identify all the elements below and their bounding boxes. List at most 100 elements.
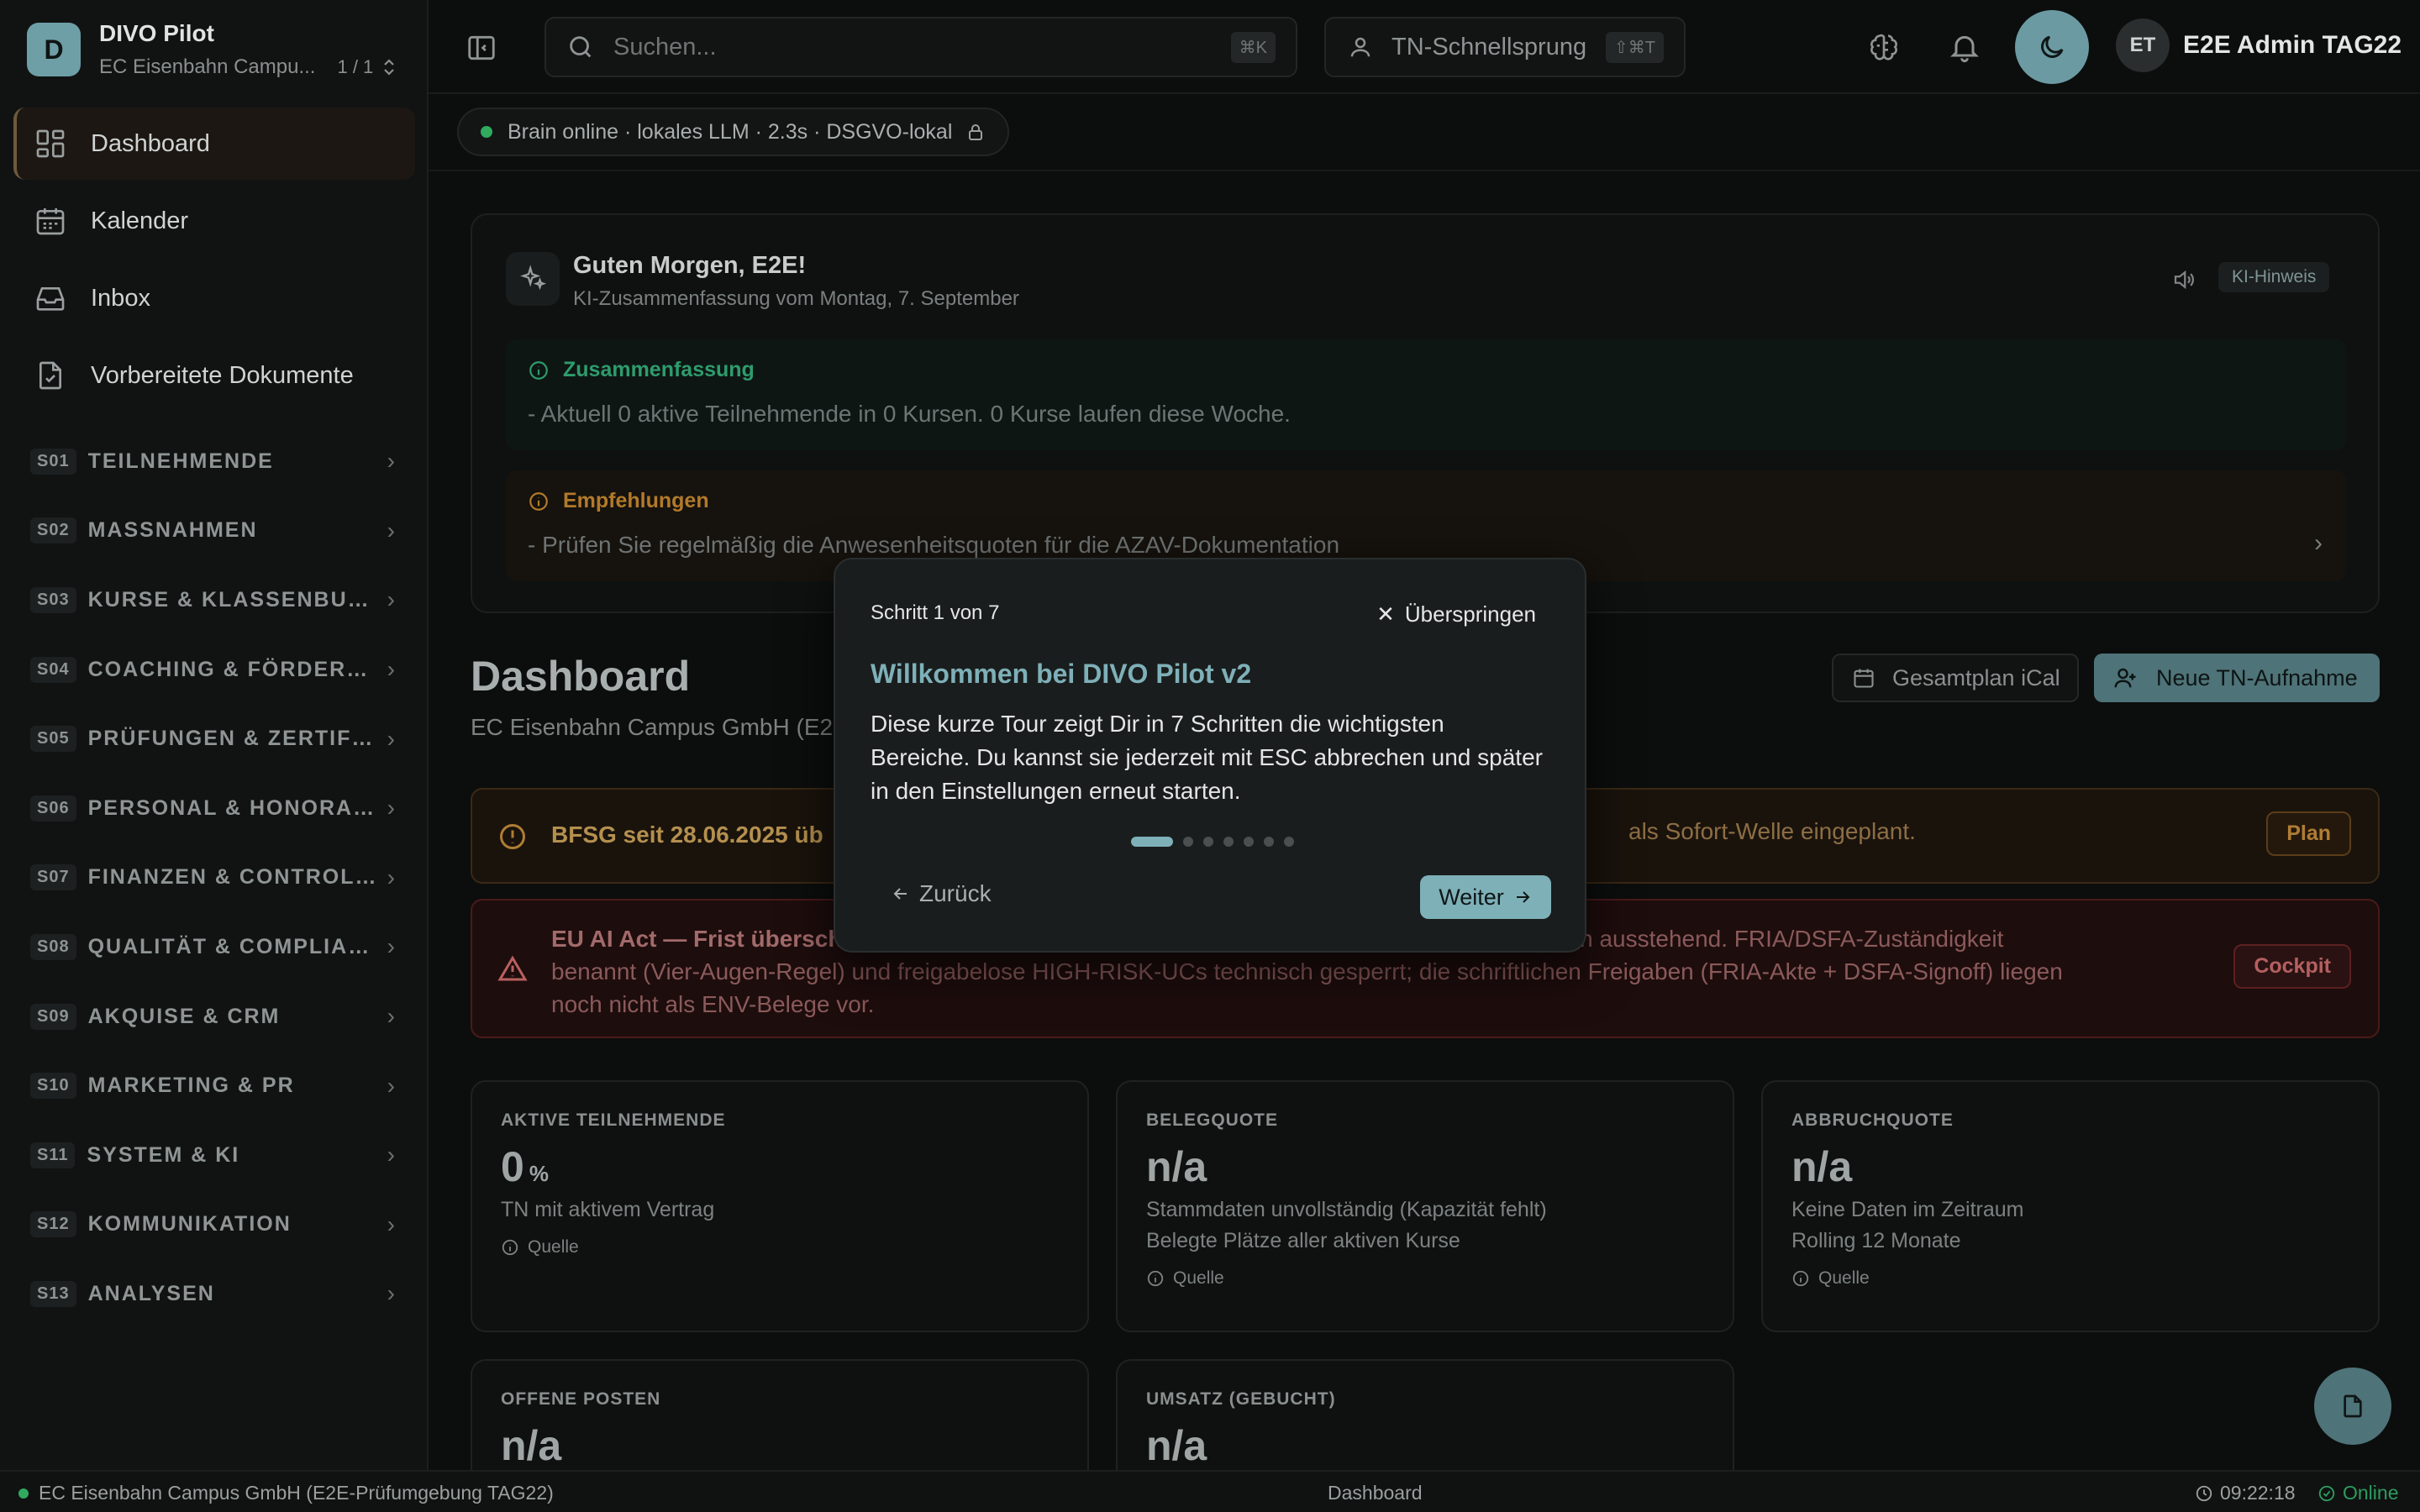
- new-tn-intake-button[interactable]: Neue TN-Aufnahme: [2094, 654, 2380, 702]
- theme-toggle-button[interactable]: [2015, 10, 2089, 84]
- tour-back-button[interactable]: Zurück: [891, 880, 992, 907]
- section-item-s01[interactable]: S01 TEILNEHMENDE ›: [13, 427, 415, 496]
- search-input[interactable]: Suchen... ⌘K: [544, 17, 1297, 77]
- floating-document-button[interactable]: [2314, 1368, 2391, 1445]
- chevron-right-icon: ›: [387, 517, 395, 543]
- nav-item-dashboard[interactable]: Dashboard: [13, 108, 415, 180]
- nav-item-label: Vorbereitete Dokumente: [91, 361, 354, 389]
- section-code: S08: [30, 933, 76, 960]
- chevron-right-icon: ›: [387, 864, 395, 890]
- nav-item-vorbereitete-dokumente[interactable]: Vorbereitete Dokumente: [13, 339, 415, 412]
- info-icon: [528, 360, 550, 381]
- section-label: PERSONAL & HONORAR...: [87, 795, 379, 820]
- kpi-card-belegquote[interactable]: BELEGQUOTE n/a Stammdaten unvollständig …: [1116, 1080, 1734, 1332]
- sidebar: D DIVO Pilot EC Eisenbahn Campu... 1 / 1…: [0, 0, 429, 1470]
- plan-button[interactable]: Plan: [2266, 811, 2351, 856]
- section-label: PRÜFUNGEN & ZERTIFIK...: [87, 727, 379, 751]
- section-label: SYSTEM & KI: [87, 1142, 240, 1167]
- kpi-card-offene-posten[interactable]: OFFENE POSTEN n/a: [471, 1359, 1089, 1477]
- new-tn-button-label: Neue TN-Aufnahme: [2156, 664, 2358, 690]
- brain-status-pill[interactable]: Brain online · lokales LLM · 2.3s · DSGV…: [457, 108, 1010, 156]
- avatar: ET: [2116, 18, 2170, 72]
- org-count: 1 / 1: [337, 56, 374, 77]
- skip-tour-button[interactable]: ✕ Überspringen: [1376, 601, 1536, 627]
- arrow-right-icon: [1512, 887, 1533, 907]
- eu-ai-act-text-3: noch nicht als ENV-Belege vor.: [551, 991, 875, 1017]
- section-item-s06[interactable]: S06 PERSONAL & HONORAR... ›: [13, 774, 415, 843]
- chevron-right-icon: ›: [387, 586, 395, 613]
- section-item-s02[interactable]: S02 MASSNAHMEN ›: [13, 496, 415, 566]
- section-label: FINANZEN & CONTROLLI...: [87, 865, 379, 890]
- cockpit-button[interactable]: Cockpit: [2233, 944, 2351, 989]
- kpi-value: 0: [501, 1143, 524, 1190]
- check-circle-icon: [2317, 1484, 2336, 1503]
- chevron-right-icon: ›: [387, 448, 395, 475]
- section-code: S06: [30, 795, 76, 822]
- status-page: Dashboard: [1328, 1482, 1423, 1504]
- quickjump-label: TN-Schnellsprung: [1392, 33, 1587, 60]
- document-icon: [2339, 1393, 2366, 1420]
- alert-circle-icon: [497, 822, 528, 852]
- section-label: KURSE & KLASSENBUCH: [87, 587, 379, 612]
- kpi-description: Rolling 12 Monate: [1791, 1229, 1961, 1252]
- section-item-s11[interactable]: S11 SYSTEM & KI ›: [13, 1121, 415, 1190]
- tn-quickjump-button[interactable]: TN-Schnellsprung ⇧⌘T: [1324, 17, 1686, 77]
- skip-label: Überspringen: [1404, 601, 1536, 627]
- section-code: S11: [30, 1142, 76, 1168]
- section-item-s13[interactable]: S13 ANALYSEN ›: [13, 1259, 415, 1329]
- section-code: S05: [30, 726, 76, 753]
- section-item-s10[interactable]: S10 MARKETING & PR ›: [13, 1051, 415, 1121]
- search-placeholder: Suchen...: [613, 33, 717, 60]
- kpi-card-aktive-teilnehmende[interactable]: AKTIVE TEILNEHMENDE 0% TN mit aktivem Ve…: [471, 1080, 1089, 1332]
- section-item-s08[interactable]: S08 QUALITÄT & COMPLIANCE ›: [13, 912, 415, 982]
- user-menu[interactable]: ET E2E Admin TAG22: [2116, 18, 2402, 72]
- summary-title: Zusammenfassung: [563, 358, 755, 381]
- bell-icon[interactable]: [1948, 30, 1981, 64]
- info-icon: [528, 491, 550, 512]
- speaker-icon[interactable]: [2171, 267, 2196, 292]
- nav-item-inbox[interactable]: Inbox: [13, 262, 415, 334]
- kpi-label: AKTIVE TEILNEHMENDE: [501, 1110, 726, 1130]
- brain-status-text: Brain online · lokales LLM · 2.3s · DSGV…: [508, 119, 953, 144]
- section-code: S07: [30, 864, 76, 891]
- tour-body: Diese kurze Tour zeigt Dir in 7 Schritte…: [871, 711, 1543, 804]
- arrow-left-icon: [891, 884, 911, 904]
- recommendations-text: - Prüfen Sie regelmäßig die Anwesenheits…: [528, 532, 1340, 558]
- kpi-value: n/a: [1146, 1422, 1207, 1469]
- section-item-s05[interactable]: S05 PRÜFUNGEN & ZERTIFIK... ›: [13, 704, 415, 774]
- org-switcher[interactable]: D DIVO Pilot EC Eisenbahn Campu... 1 / 1: [27, 20, 397, 79]
- ical-export-button[interactable]: Gesamtplan iCal: [1832, 654, 2079, 702]
- section-item-s07[interactable]: S07 FINANZEN & CONTROLLI... ›: [13, 843, 415, 913]
- nav-item-label: Kalender: [91, 207, 189, 234]
- section-item-s12[interactable]: S12 KOMMUNIKATION ›: [13, 1190, 415, 1260]
- section-item-s09[interactable]: S09 AKQUISE & CRM ›: [13, 982, 415, 1052]
- brain-icon[interactable]: [1867, 30, 1901, 64]
- info-icon: [1146, 1269, 1165, 1288]
- kpi-source[interactable]: Quelle: [1146, 1268, 1704, 1289]
- section-item-s04[interactable]: S04 COACHING & FÖRDERUNG ›: [13, 635, 415, 705]
- section-code: S04: [30, 656, 76, 683]
- chevron-right-icon: ›: [387, 1210, 395, 1237]
- section-label: MARKETING & PR: [87, 1074, 295, 1098]
- kpi-card-umsatz-gebucht[interactable]: UMSATZ (GEBUCHT) n/a: [1116, 1359, 1734, 1477]
- section-code: S03: [30, 586, 76, 613]
- kpi-value: n/a: [1791, 1143, 1853, 1190]
- moon-icon: [2037, 32, 2067, 62]
- kpi-card-abbruchquote[interactable]: ABBRUCHQUOTE n/a Keine Daten im Zeitraum…: [1761, 1080, 2380, 1332]
- chevron-right-icon: ›: [387, 725, 395, 752]
- chevron-right-icon: ›: [387, 1142, 395, 1168]
- section-item-s03[interactable]: S03 KURSE & KLASSENBUCH ›: [13, 565, 415, 635]
- kpi-label: UMSATZ (GEBUCHT): [1146, 1389, 1336, 1409]
- tour-next-button[interactable]: Weiter: [1420, 875, 1551, 919]
- page-title: Dashboard: [471, 653, 691, 700]
- section-label: TEILNEHMENDE: [87, 449, 274, 473]
- chevron-updown-icon[interactable]: [381, 57, 397, 77]
- kpi-value: n/a: [1146, 1143, 1207, 1190]
- kpi-source[interactable]: Quelle: [1791, 1268, 2349, 1289]
- kpi-unit: %: [529, 1161, 549, 1186]
- chevron-right-icon[interactable]: ›: [2314, 529, 2323, 558]
- sidebar-toggle-icon[interactable]: [466, 32, 497, 64]
- chevron-right-icon: ›: [387, 933, 395, 960]
- nav-item-kalender[interactable]: Kalender: [13, 185, 415, 257]
- kpi-source[interactable]: Quelle: [501, 1237, 1059, 1257]
